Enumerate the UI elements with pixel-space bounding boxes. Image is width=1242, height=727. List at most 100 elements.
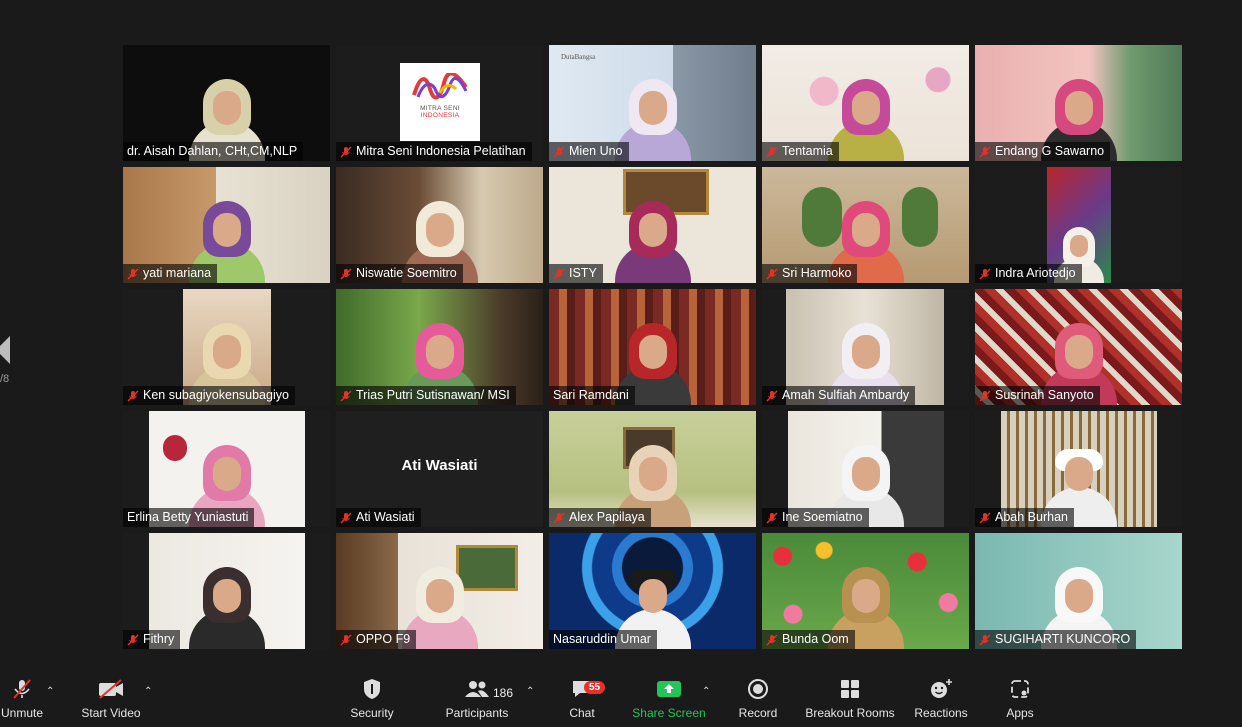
video-tile[interactable]: Abah Burhan — [975, 411, 1182, 527]
video-tile[interactable]: Sari Ramdani — [549, 289, 756, 405]
video-tile[interactable]: Ine Soemiatno — [762, 411, 969, 527]
video-tile[interactable]: Fithry — [123, 533, 330, 649]
camera-off-name: Ati Wasiati — [401, 457, 478, 474]
muted-mic-icon — [340, 268, 352, 280]
video-tile[interactable]: Trias Putri Sutisnawan/ MSI — [336, 289, 543, 405]
video-gallery: dr. Aisah Dahlan, CHt,CM,NLP MITRA SENI … — [123, 45, 1182, 649]
participant-name-label: Indra Ariotedjo — [975, 264, 1082, 283]
video-tile[interactable]: MITRA SENI INDONESIA Mitra Seni Indonesi… — [336, 45, 543, 161]
muted-mic-icon — [553, 146, 565, 158]
record-icon — [748, 679, 768, 699]
muted-mic-icon — [979, 390, 991, 402]
apps-button[interactable]: Apps — [1000, 672, 1040, 727]
muted-mic-icon — [127, 268, 139, 280]
participant-name-label: Nasaruddin Umar — [549, 630, 657, 649]
muted-mic-icon — [340, 146, 352, 158]
video-tile[interactable]: Bunda Oom — [762, 533, 969, 649]
video-tile[interactable]: Ati Wasiati Ati Wasiati — [336, 411, 543, 527]
reactions-button[interactable]: Reactions — [912, 672, 970, 727]
muted-mic-icon — [766, 146, 778, 158]
record-button[interactable]: Record — [734, 672, 782, 727]
chat-unread-badge: 55 — [584, 681, 606, 694]
dutabangsa-watermark: DutaBangsa — [561, 53, 596, 61]
video-tile[interactable]: dr. Aisah Dahlan, CHt,CM,NLP — [123, 45, 330, 161]
smiley-plus-icon — [931, 679, 952, 698]
participant-name-label: Fithry — [123, 630, 181, 649]
participant-name-label: Amah Sulfiah Ambardy — [762, 386, 916, 405]
muted-mic-icon — [340, 512, 352, 524]
video-tile[interactable]: Endang G Sawarno — [975, 45, 1182, 161]
video-tile[interactable]: yati mariana — [123, 167, 330, 283]
muted-mic-icon — [127, 390, 139, 402]
participant-name-label: Trias Putri Sutisnawan/ MSI — [336, 386, 516, 405]
start-video-button[interactable]: Start Video — [76, 672, 146, 727]
mitra-seni-logo: MITRA SENI INDONESIA — [400, 63, 480, 141]
muted-mic-icon — [766, 268, 778, 280]
video-tile[interactable]: Sri Harmoko — [762, 167, 969, 283]
video-tile[interactable]: DutaBangsa Mien Uno — [549, 45, 756, 161]
video-tile[interactable]: Tentamia — [762, 45, 969, 161]
participants-count: 186 — [493, 686, 514, 700]
share-screen-button[interactable]: Share Screen — [632, 672, 706, 727]
page-indicator: /8 — [0, 373, 10, 385]
muted-mic-icon — [766, 512, 778, 524]
video-tile[interactable]: Alex Papilaya — [549, 411, 756, 527]
participants-chevron-up-icon[interactable]: ⌃ — [526, 686, 534, 697]
video-tile[interactable]: Erlina Betty Yuniastuti — [123, 411, 330, 527]
participant-name-label: Ati Wasiati — [336, 508, 421, 527]
active-speaker-tile[interactable]: Nasaruddin Umar — [549, 533, 756, 649]
audio-options-chevron-up-icon[interactable]: ⌃ — [46, 686, 54, 697]
share-options-chevron-up-icon[interactable]: ⌃ — [702, 686, 710, 697]
video-tile[interactable]: SUGIHARTI KUNCORO — [975, 533, 1182, 649]
apps-icon — [1011, 680, 1029, 698]
muted-mic-icon — [979, 634, 991, 646]
muted-mic-icon — [766, 634, 778, 646]
participant-name-label: Mien Uno — [549, 142, 629, 161]
video-off-icon — [99, 679, 123, 699]
participant-name-label: Ine Soemiatno — [762, 508, 869, 527]
participant-name-label: SUGIHARTI KUNCORO — [975, 630, 1137, 649]
video-tile[interactable]: Indra Ariotedjo — [975, 167, 1182, 283]
muted-mic-icon — [553, 268, 565, 280]
muted-mic-icon — [979, 146, 991, 158]
video-tile[interactable]: Amah Sulfiah Ambardy — [762, 289, 969, 405]
participant-name-label: yati mariana — [123, 264, 218, 283]
participant-name-label: dr. Aisah Dahlan, CHt,CM,NLP — [123, 142, 304, 161]
participant-name-label: Alex Papilaya — [549, 508, 651, 527]
muted-mic-icon — [13, 679, 31, 699]
meeting-toolbar: Unmute ⌃ Start Video ⌃ Security Particip… — [0, 672, 1242, 727]
video-tile[interactable]: OPPO F9 — [336, 533, 543, 649]
participant-name-label: ISTY — [549, 264, 603, 283]
video-tile[interactable]: Niswatie Soemitro — [336, 167, 543, 283]
participant-name-label: Endang G Sawarno — [975, 142, 1111, 161]
share-screen-icon — [657, 681, 681, 697]
participant-name-label: Sri Harmoko — [762, 264, 858, 283]
muted-mic-icon — [766, 390, 778, 402]
participant-name-label: Bunda Oom — [762, 630, 855, 649]
unmute-button[interactable]: Unmute — [0, 672, 44, 727]
participant-name-label: Niswatie Soemitro — [336, 264, 463, 283]
participant-name-label: Sari Ramdani — [549, 386, 635, 405]
participant-name-label: Mitra Seni Indonesia Pelatihan — [336, 142, 532, 161]
security-button[interactable]: Security — [342, 672, 402, 727]
muted-mic-icon — [553, 512, 565, 524]
muted-mic-icon — [340, 390, 352, 402]
muted-mic-icon — [340, 634, 352, 646]
muted-mic-icon — [979, 268, 991, 280]
video-tile[interactable]: Ken subagiyokensubagiyo — [123, 289, 330, 405]
video-options-chevron-up-icon[interactable]: ⌃ — [144, 686, 152, 697]
participant-name-label: Abah Burhan — [975, 508, 1074, 527]
participant-name-label: OPPO F9 — [336, 630, 417, 649]
breakout-rooms-icon — [841, 680, 859, 698]
muted-mic-icon — [979, 512, 991, 524]
participant-name-label: Tentamia — [762, 142, 839, 161]
breakout-rooms-button[interactable]: Breakout Rooms — [804, 672, 896, 727]
video-tile[interactable]: ISTY — [549, 167, 756, 283]
prev-page-arrow[interactable] — [0, 336, 10, 364]
video-tile[interactable]: Susrinah Sanyoto — [975, 289, 1182, 405]
participant-name-label: Susrinah Sanyoto — [975, 386, 1100, 405]
participants-icon — [465, 681, 489, 697]
shield-icon — [364, 679, 380, 699]
participant-name-label: Erlina Betty Yuniastuti — [123, 508, 255, 527]
muted-mic-icon — [127, 634, 139, 646]
